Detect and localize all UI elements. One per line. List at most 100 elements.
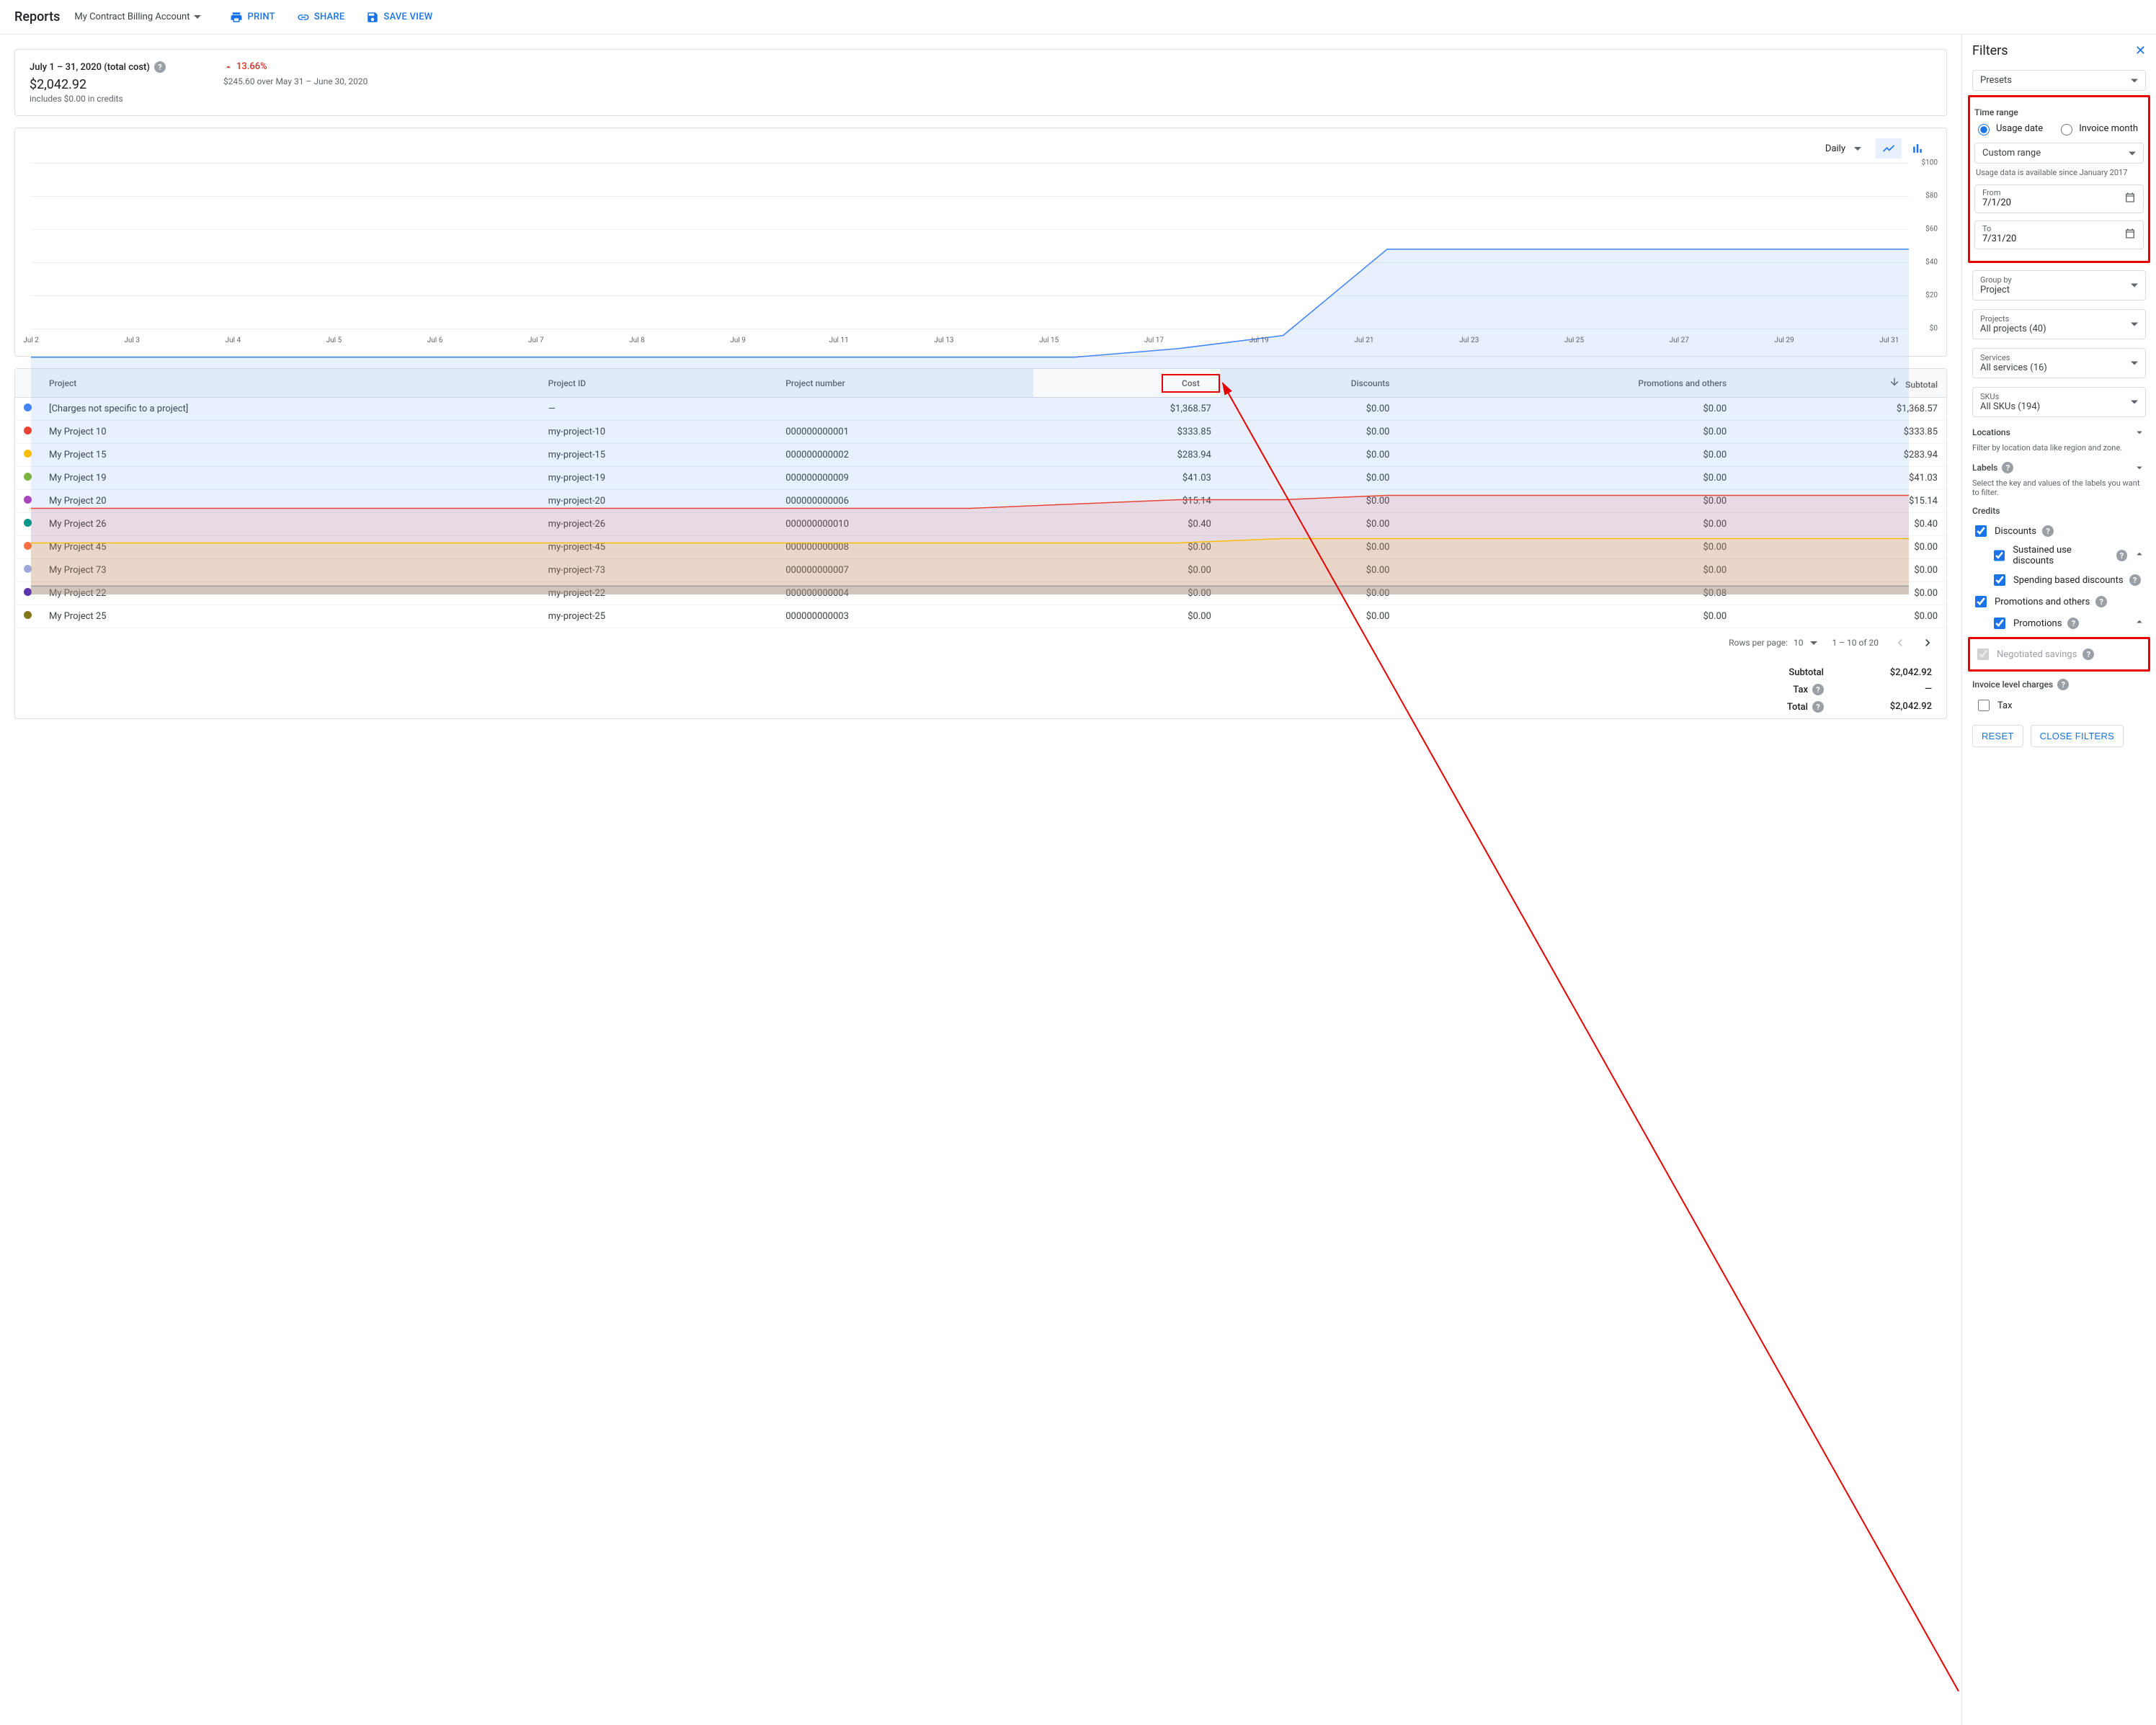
x-tick-label: Jul 8 bbox=[629, 336, 645, 344]
help-icon[interactable]: ? bbox=[154, 61, 166, 73]
group-by-select[interactable]: Group by Project bbox=[1972, 270, 2146, 300]
locations-desc: Filter by location data like region and … bbox=[1972, 443, 2146, 453]
close-icon[interactable]: ✕ bbox=[2135, 43, 2146, 58]
summary-card: July 1 – 31, 2020 (total cost) ? $2,042.… bbox=[14, 49, 1947, 116]
negotiated-savings-highlight: Negotiated savings? bbox=[1968, 637, 2150, 672]
x-tick-label: Jul 27 bbox=[1670, 336, 1689, 344]
page-range: 1 – 10 of 20 bbox=[1832, 638, 1879, 648]
projects-select[interactable]: Projects All projects (40) bbox=[1972, 309, 2146, 339]
series-color-dot bbox=[24, 611, 32, 619]
summary-range: July 1 – 31, 2020 (total cost) bbox=[30, 62, 150, 73]
x-tick-label: Jul 5 bbox=[326, 336, 342, 344]
x-tick-label: Jul 19 bbox=[1250, 336, 1269, 344]
x-tick-label: Jul 6 bbox=[427, 336, 443, 344]
bar-chart-icon bbox=[1910, 141, 1925, 156]
help-icon[interactable]: ? bbox=[2067, 618, 2079, 629]
total-label: Total bbox=[1787, 702, 1808, 713]
help-icon[interactable]: ? bbox=[2057, 679, 2069, 690]
y-tick-label: $20 bbox=[1925, 292, 1938, 300]
arrow-up-icon bbox=[223, 62, 233, 72]
from-date-field[interactable]: From 7/1/20 bbox=[1974, 184, 2144, 213]
y-tick-label: $40 bbox=[1925, 259, 1938, 267]
account-selector[interactable]: My Contract Billing Account bbox=[74, 12, 201, 22]
frequency-selector[interactable]: Daily bbox=[1825, 143, 1861, 154]
to-date-field[interactable]: To 7/31/20 bbox=[1974, 220, 2144, 249]
sustained-checkbox[interactable]: Sustained use discounts? bbox=[1972, 542, 2146, 569]
discounts-checkbox[interactable]: Discounts? bbox=[1972, 520, 2146, 542]
reset-button[interactable]: RESET bbox=[1972, 725, 2023, 747]
negotiated-checkbox[interactable]: Negotiated savings? bbox=[1974, 643, 2144, 665]
chevron-down-icon bbox=[194, 15, 201, 19]
chevron-up-icon[interactable] bbox=[2133, 548, 2146, 563]
page-title: Reports bbox=[14, 9, 60, 24]
help-icon[interactable]: ? bbox=[2002, 462, 2013, 473]
x-tick-label: Jul 3 bbox=[124, 336, 140, 344]
invoice-charges-label: Invoice level charges bbox=[1972, 679, 2053, 690]
x-tick-label: Jul 15 bbox=[1039, 336, 1059, 344]
promotions-checkbox[interactable]: Promotions? bbox=[1972, 612, 2146, 634]
invoice-month-radio[interactable]: Invoice month bbox=[2057, 122, 2138, 135]
locations-section[interactable]: Locations bbox=[1972, 426, 2146, 439]
main-content: July 1 – 31, 2020 (total cost) ? $2,042.… bbox=[0, 35, 1961, 1725]
x-tick-label: Jul 29 bbox=[1774, 336, 1794, 344]
cell-project: My Project 25 bbox=[40, 605, 540, 628]
chart-card: Daily $0$20$40$60$80$100Jul 2Jul 3Jul 4J… bbox=[14, 128, 1947, 357]
summary-credits: includes $0.00 in credits bbox=[30, 94, 166, 104]
chevron-down-icon bbox=[2131, 79, 2138, 82]
help-icon[interactable]: ? bbox=[1812, 701, 1824, 713]
chevron-up-icon[interactable] bbox=[2133, 615, 2146, 631]
share-button[interactable]: SHARE bbox=[297, 11, 345, 24]
help-icon[interactable]: ? bbox=[2042, 525, 2054, 537]
print-icon bbox=[230, 11, 243, 24]
skus-select[interactable]: SKUs All SKUs (194) bbox=[1972, 387, 2146, 417]
line-chart-toggle[interactable] bbox=[1876, 138, 1902, 159]
help-icon[interactable]: ? bbox=[2116, 550, 2127, 561]
range-type-select[interactable]: Custom range bbox=[1974, 143, 2144, 164]
save-view-button[interactable]: SAVE VIEW bbox=[366, 11, 432, 24]
prev-page-icon[interactable] bbox=[1893, 636, 1907, 650]
next-page-icon[interactable] bbox=[1920, 636, 1935, 650]
summary-total: $2,042.92 bbox=[30, 77, 166, 92]
pagination: Rows per page: 10 1 – 10 of 20 bbox=[15, 628, 1946, 657]
chevron-down-icon bbox=[2131, 284, 2138, 288]
summary-delta: 13.66% bbox=[223, 61, 368, 72]
x-tick-label: Jul 31 bbox=[1879, 336, 1899, 344]
summary-delta-desc: $245.60 over May 31 – June 30, 2020 bbox=[223, 76, 368, 86]
chevron-down-icon bbox=[2131, 401, 2138, 404]
chevron-down-icon bbox=[2129, 151, 2136, 155]
cell-promotions: $0.00 bbox=[1398, 605, 1735, 628]
print-button[interactable]: PRINT bbox=[230, 11, 275, 24]
services-select[interactable]: Services All services (16) bbox=[1972, 348, 2146, 378]
bar-chart-toggle[interactable] bbox=[1905, 138, 1930, 159]
help-icon[interactable]: ? bbox=[1812, 684, 1824, 695]
help-icon[interactable]: ? bbox=[2082, 648, 2094, 660]
presets-select[interactable]: Presets bbox=[1972, 70, 2146, 91]
col-cost[interactable]: Cost bbox=[1033, 369, 1220, 398]
x-tick-label: Jul 21 bbox=[1354, 336, 1373, 344]
y-tick-label: $60 bbox=[1925, 226, 1938, 233]
y-tick-label: $80 bbox=[1925, 192, 1938, 200]
rows-per-page-select[interactable]: 10 bbox=[1794, 638, 1818, 648]
usage-date-radio[interactable]: Usage date bbox=[1974, 122, 2043, 135]
tax-checkbox[interactable]: Tax bbox=[1972, 695, 2146, 716]
time-range-highlight: Time range Usage date Invoice month Cust… bbox=[1968, 95, 2150, 263]
promo-others-checkbox[interactable]: Promotions and others? bbox=[1972, 591, 2146, 612]
y-tick-label: $0 bbox=[1930, 325, 1938, 333]
chevron-down-icon bbox=[2133, 461, 2146, 474]
table-row[interactable]: My Project 25 my-project-25 000000000003… bbox=[15, 605, 1946, 628]
spending-checkbox[interactable]: Spending based discounts? bbox=[1972, 569, 2146, 591]
subtotal-label: Subtotal bbox=[1737, 667, 1824, 678]
chart-area: $0$20$40$60$80$100Jul 2Jul 3Jul 4Jul 5Ju… bbox=[24, 163, 1938, 350]
chevron-down-icon bbox=[1854, 147, 1861, 151]
labels-section[interactable]: Labels? bbox=[1972, 461, 2146, 474]
account-name: My Contract Billing Account bbox=[74, 12, 190, 22]
close-filters-button[interactable]: CLOSE FILTERS bbox=[2031, 725, 2124, 747]
chevron-down-icon bbox=[2131, 323, 2138, 326]
tax-value: — bbox=[1867, 684, 1932, 695]
filters-panel: Filters ✕ Presets Time range Usage date … bbox=[1961, 35, 2156, 1725]
help-icon[interactable]: ? bbox=[2129, 574, 2141, 586]
save-icon bbox=[366, 11, 379, 24]
link-icon bbox=[297, 11, 310, 24]
y-tick-label: $100 bbox=[1922, 159, 1938, 167]
help-icon[interactable]: ? bbox=[2095, 596, 2107, 607]
